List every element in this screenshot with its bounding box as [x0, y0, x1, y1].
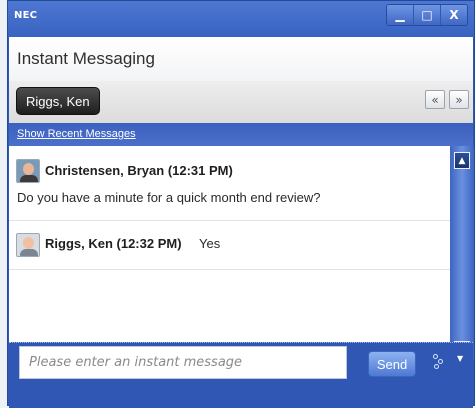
list-item: Riggs, Ken (12:32 PM) Yes: [9, 221, 450, 270]
message-text: Yes: [199, 236, 221, 251]
maximize-button[interactable]: □: [413, 5, 440, 25]
im-window: NEC ▁ □ X Instant Messaging Riggs, Ken «…: [7, 0, 475, 408]
avatar: [16, 233, 40, 257]
message-composer: Send ▼: [9, 342, 473, 408]
next-tab-button[interactable]: »: [449, 90, 469, 109]
close-button[interactable]: X: [440, 5, 467, 25]
message-scrollbar[interactable]: ▲ ▼: [450, 146, 474, 360]
presence-icon[interactable]: [432, 353, 444, 371]
previous-tab-button[interactable]: «: [425, 90, 445, 109]
tab-riggs-ken[interactable]: Riggs, Ken: [16, 87, 100, 115]
message-sender: Christensen, Bryan (12:31 PM): [45, 163, 233, 178]
minimize-button[interactable]: ▁: [387, 5, 413, 25]
chevron-down-icon[interactable]: ▼: [457, 354, 463, 363]
show-recent-messages-link[interactable]: Show Recent Messages: [17, 128, 136, 140]
window-controls: ▁ □ X: [386, 4, 468, 26]
brand-logo: NEC: [14, 10, 38, 21]
message-input[interactable]: [19, 346, 347, 379]
conversation-tab-bar: Riggs, Ken « »: [9, 81, 473, 124]
message-list: Christensen, Bryan (12:31 PM) Do you hav…: [9, 146, 450, 342]
header: Instant Messaging: [9, 37, 473, 82]
page-title: Instant Messaging: [17, 49, 155, 68]
send-button[interactable]: Send: [368, 351, 416, 377]
recent-messages-bar: Show Recent Messages: [9, 123, 473, 146]
title-bar: NEC ▁ □ X: [8, 1, 474, 37]
list-item: Christensen, Bryan (12:31 PM) Do you hav…: [9, 146, 450, 221]
scroll-up-button[interactable]: ▲: [454, 152, 470, 169]
message-text: Do you have a minute for a quick month e…: [17, 190, 321, 205]
avatar: [16, 159, 40, 183]
message-sender: Riggs, Ken (12:32 PM): [45, 236, 182, 251]
